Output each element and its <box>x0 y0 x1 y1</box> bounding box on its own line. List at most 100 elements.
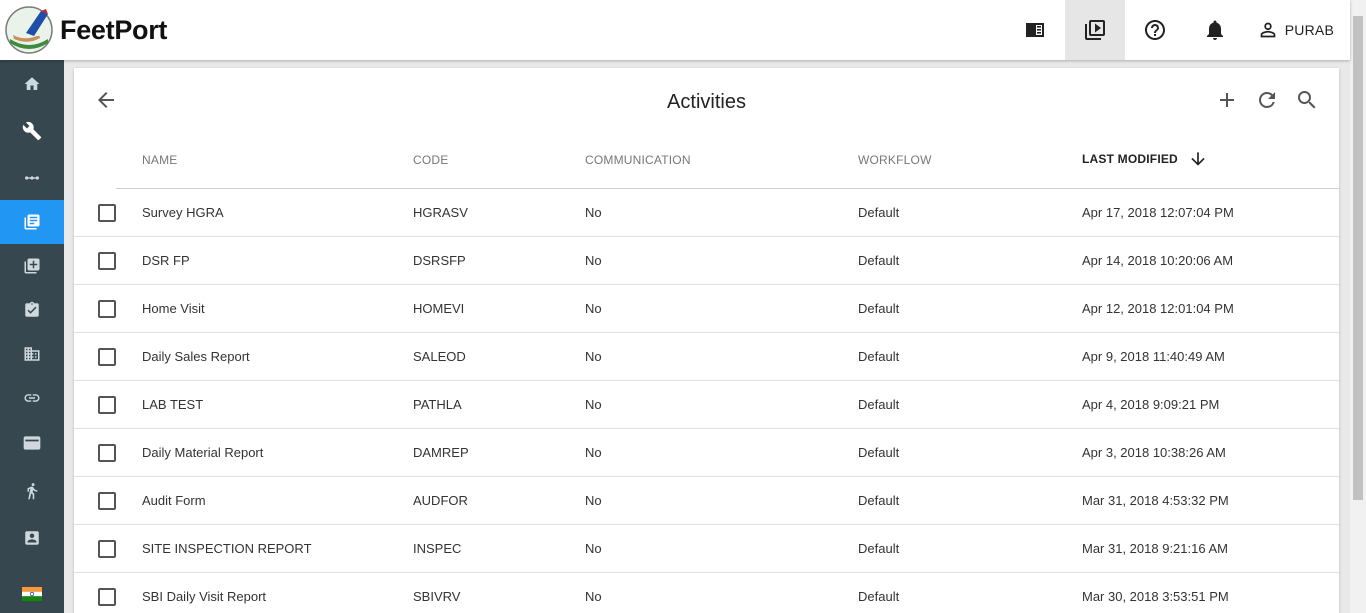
cell-code: AUDFOR <box>413 493 468 508</box>
sidebar-item-connections[interactable] <box>0 156 64 200</box>
table-row[interactable]: Home Visit HOMEVI No Default Apr 12, 201… <box>74 285 1339 333</box>
library-icon <box>24 258 40 274</box>
cell-name: SITE INSPECTION REPORT <box>142 541 312 556</box>
row-checkbox[interactable] <box>98 348 116 366</box>
sidebar-item-library[interactable] <box>0 244 64 288</box>
sidebar-item-activities[interactable] <box>0 200 64 244</box>
table-row[interactable]: Survey HGRA HGRASV No Default Apr 17, 20… <box>74 189 1339 237</box>
sidebar-item-home[interactable] <box>0 62 64 106</box>
activities-panel: Activities NAME CODE COMMUNICATION WORKF… <box>74 68 1339 613</box>
cell-workflow: Default <box>858 349 900 364</box>
sidebar-item-organization[interactable] <box>0 332 64 376</box>
cell-last-modified: Apr 12, 2018 12:01:04 PM <box>1082 301 1234 316</box>
clipboard-check-icon <box>25 301 39 317</box>
user-name: PURAB <box>1284 22 1334 38</box>
contact-card-icon <box>25 531 39 545</box>
page-scrollbar[interactable] <box>1350 0 1366 613</box>
cell-last-modified: Mar 31, 2018 9:21:16 AM <box>1082 541 1228 556</box>
cell-communication: No <box>585 493 602 508</box>
row-checkbox[interactable] <box>98 492 116 510</box>
cell-last-modified: Mar 31, 2018 4:53:32 PM <box>1082 493 1229 508</box>
cell-code: PATHLA <box>413 397 462 412</box>
sidebar-item-cards[interactable] <box>0 420 64 466</box>
notifications-button[interactable] <box>1185 0 1245 60</box>
cell-workflow: Default <box>858 205 900 220</box>
india-flag-icon[interactable] <box>22 587 42 601</box>
cell-code: SBIVRV <box>413 589 461 604</box>
refresh-button[interactable] <box>1255 88 1279 112</box>
cell-communication: No <box>585 301 602 316</box>
video-library-icon <box>1084 20 1105 40</box>
help-button[interactable] <box>1125 0 1185 60</box>
cell-code: DAMREP <box>413 445 469 460</box>
person-icon <box>1260 22 1276 38</box>
table-row[interactable]: Daily Sales Report SALEOD No Default Apr… <box>74 333 1339 381</box>
building-icon <box>24 347 40 361</box>
search-icon <box>1298 91 1316 109</box>
user-menu-button[interactable]: PURAB <box>1245 0 1350 60</box>
cell-last-modified: Apr 3, 2018 10:38:26 AM <box>1082 445 1226 460</box>
cell-code: DSRSFP <box>413 253 466 268</box>
sidebar-item-integrations[interactable] <box>0 376 64 420</box>
help-icon <box>1144 20 1165 40</box>
cell-communication: No <box>585 541 602 556</box>
row-checkbox[interactable] <box>98 444 116 462</box>
search-button[interactable] <box>1295 88 1319 112</box>
table-row[interactable]: SITE INSPECTION REPORT INSPEC No Default… <box>74 525 1339 573</box>
add-activity-button[interactable] <box>1215 88 1239 112</box>
cell-communication: No <box>585 349 602 364</box>
cell-name: Audit Form <box>142 493 206 508</box>
link-icon <box>24 394 40 402</box>
cell-name: Home Visit <box>142 301 205 316</box>
top-bar: FeetPort PURAB <box>0 0 1350 60</box>
cell-last-modified: Apr 4, 2018 9:09:21 PM <box>1082 397 1220 412</box>
cell-workflow: Default <box>858 301 900 316</box>
column-header-last-modified-label: LAST MODIFIED <box>1082 152 1178 166</box>
cell-name: Daily Sales Report <box>142 349 250 364</box>
table-row[interactable]: SBI Daily Visit Report SBIVRV No Default… <box>74 573 1339 613</box>
activities-table-body: Survey HGRA HGRASV No Default Apr 17, 20… <box>74 189 1339 613</box>
arrow-down-sort-icon[interactable] <box>1188 149 1208 169</box>
cell-communication: No <box>585 253 602 268</box>
video-tutorials-button[interactable] <box>1064 0 1125 60</box>
sidebar-item-tasks[interactable] <box>0 288 64 332</box>
sidebar-item-tools[interactable] <box>0 106 64 156</box>
sidebar-item-field-visits[interactable] <box>0 466 64 516</box>
refresh-icon <box>1259 92 1275 108</box>
sidebar-item-contacts[interactable] <box>0 516 64 560</box>
table-row[interactable]: DSR FP DSRSFP No Default Apr 14, 2018 10… <box>74 237 1339 285</box>
table-header: NAME CODE COMMUNICATION WORKFLOW LAST MO… <box>116 138 1339 189</box>
column-header-name[interactable]: NAME <box>142 153 177 167</box>
column-header-code[interactable]: CODE <box>413 153 448 167</box>
column-header-workflow[interactable]: WORKFLOW <box>858 153 932 167</box>
table-row[interactable]: LAB TEST PATHLA No Default Apr 4, 2018 9… <box>74 381 1339 429</box>
cell-workflow: Default <box>858 397 900 412</box>
row-checkbox[interactable] <box>98 588 116 606</box>
table-row[interactable]: Audit Form AUDFOR No Default Mar 31, 201… <box>74 477 1339 525</box>
row-checkbox[interactable] <box>98 540 116 558</box>
feetport-logo-icon <box>4 5 54 55</box>
column-header-last-modified[interactable]: LAST MODIFIED <box>1082 149 1208 169</box>
cell-last-modified: Apr 14, 2018 10:20:06 AM <box>1082 253 1234 268</box>
walk-icon <box>27 483 38 500</box>
panel-header: Activities <box>74 68 1339 138</box>
table-row[interactable]: Daily Material Report DAMREP No Default … <box>74 429 1339 477</box>
row-checkbox[interactable] <box>98 204 116 222</box>
cell-name: Daily Material Report <box>142 445 264 460</box>
cell-code: HOMEVI <box>413 301 465 316</box>
scrollbar-thumb[interactable] <box>1353 16 1363 500</box>
cell-communication: No <box>585 589 602 604</box>
cell-workflow: Default <box>858 541 900 556</box>
row-checkbox[interactable] <box>98 396 116 414</box>
column-header-communication[interactable]: COMMUNICATION <box>585 153 691 167</box>
panel-icon <box>1025 23 1044 37</box>
row-checkbox[interactable] <box>98 252 116 270</box>
row-checkbox[interactable] <box>98 300 116 318</box>
wrench-icon <box>22 121 42 141</box>
notifications-icon <box>1206 20 1223 40</box>
cell-name: SBI Daily Visit Report <box>142 589 267 604</box>
panel-toggle-button[interactable] <box>1005 0 1065 60</box>
cell-code: SALEOD <box>413 349 466 364</box>
brand-logo[interactable]: FeetPort <box>4 5 167 55</box>
cell-workflow: Default <box>858 589 900 604</box>
